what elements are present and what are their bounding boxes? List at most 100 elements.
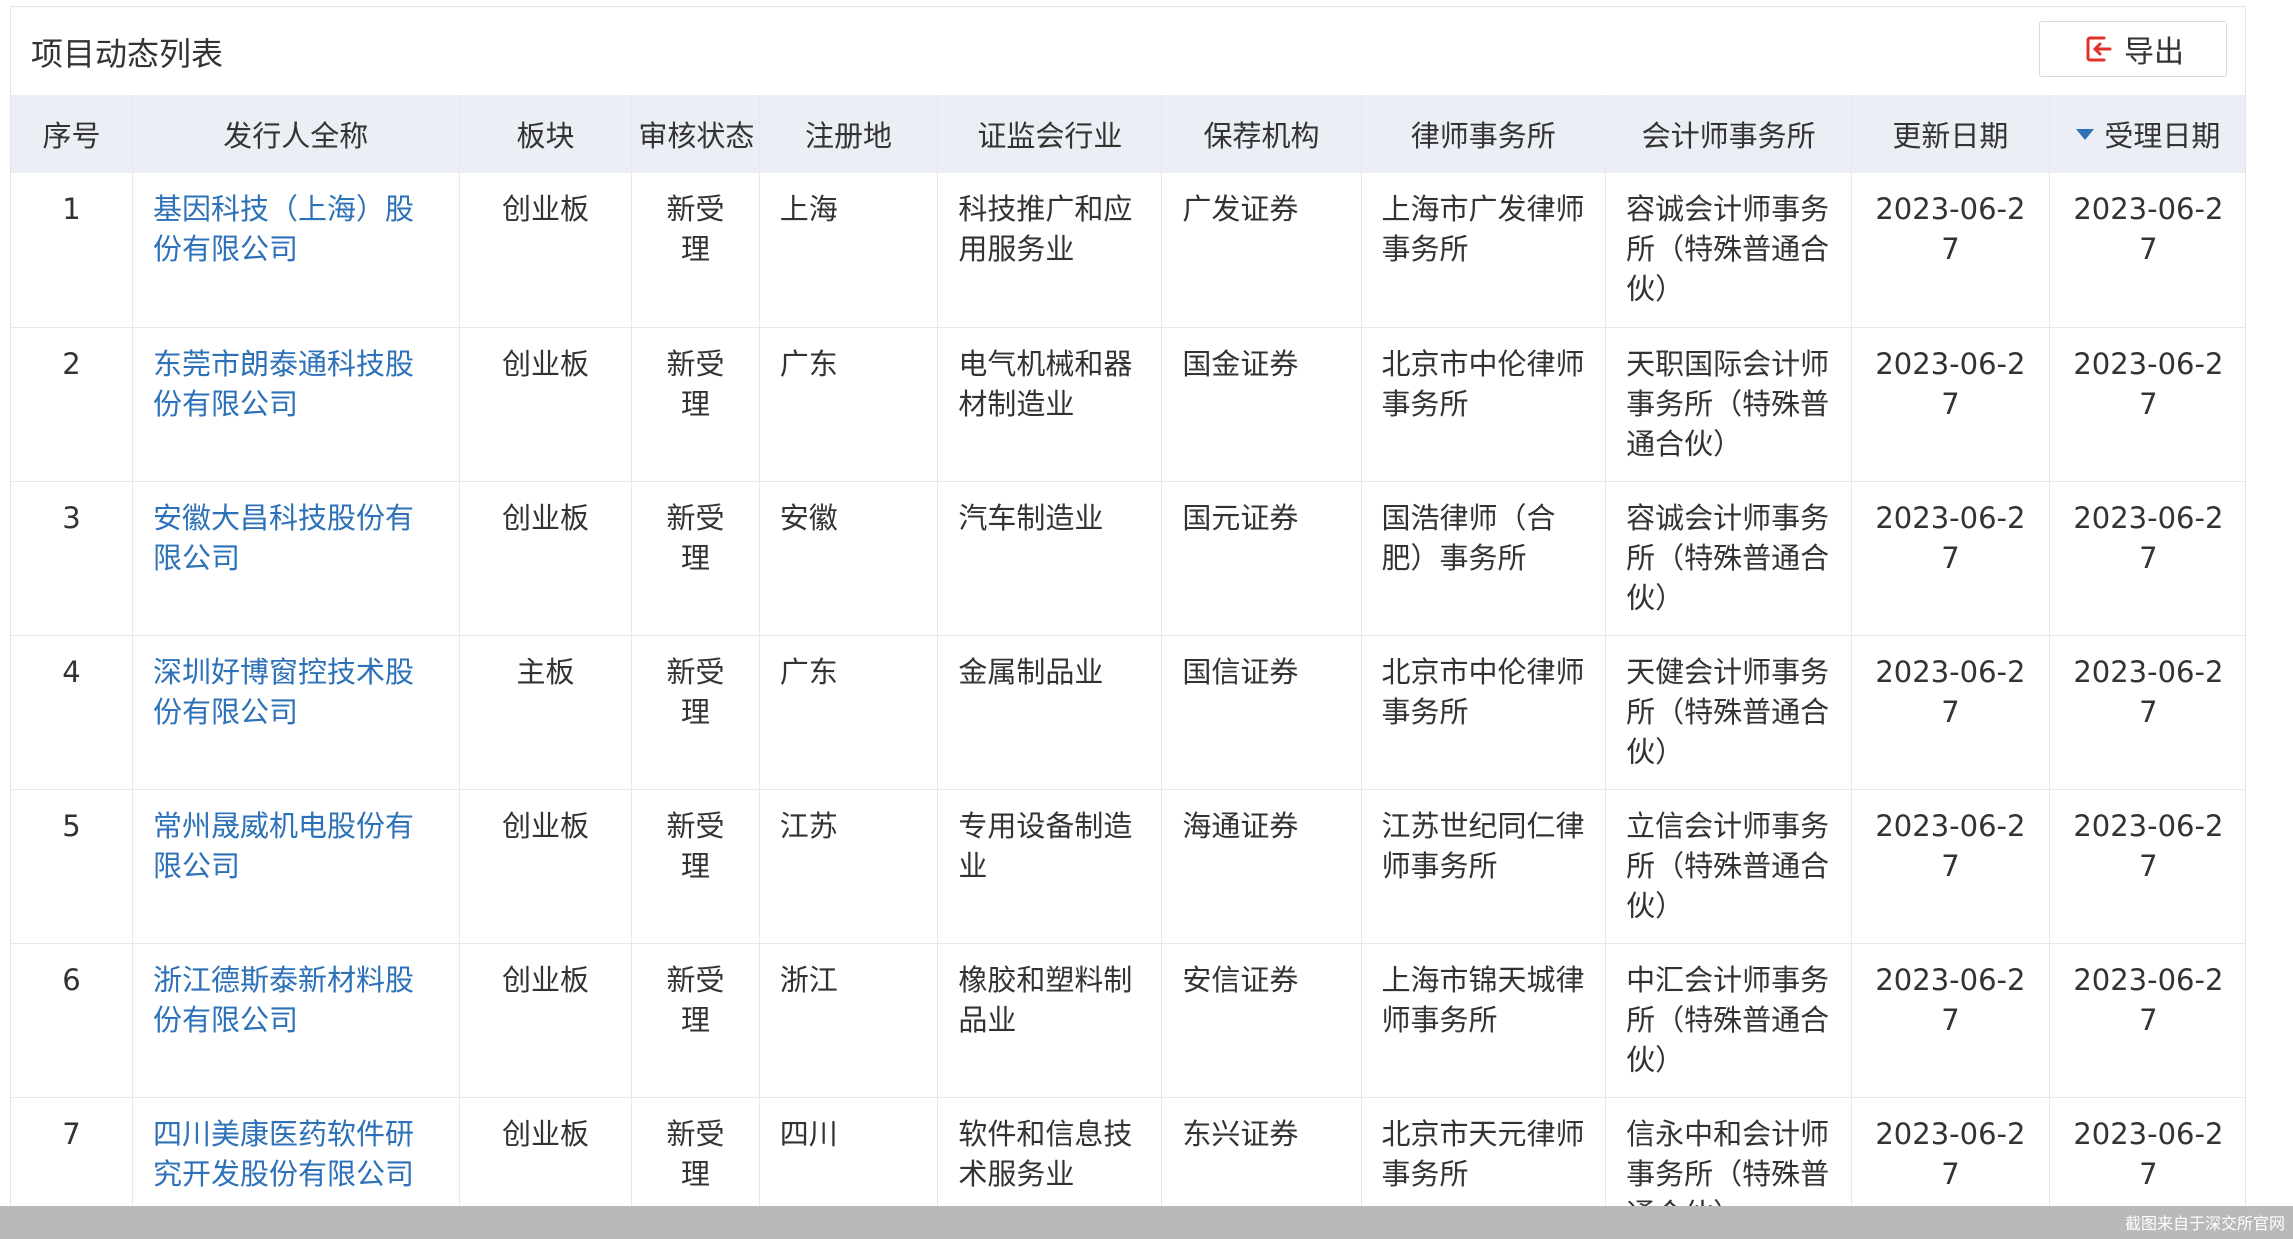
issuer-link[interactable]: 深圳好博窗控技术股份有限公司	[153, 655, 414, 729]
column-header-law-firm: 律师事务所	[1360, 95, 1606, 173]
export-icon	[2082, 33, 2114, 65]
cell-accounting-firm: 天健会计师事务所（特殊普通合伙）	[1605, 635, 1852, 790]
cell-industry: 金属制品业	[937, 635, 1162, 790]
cell-industry: 电气机械和器材制造业	[937, 327, 1162, 482]
cell-no: 4	[11, 635, 133, 790]
cell-industry: 橡胶和塑料制品业	[937, 943, 1162, 1098]
cell-law-firm: 上海市广发律师事务所	[1360, 173, 1606, 328]
cell-status: 新受理	[631, 943, 760, 1098]
cell-sponsor: 国金证券	[1161, 327, 1362, 482]
cell-board: 创业板	[458, 173, 632, 328]
column-header-board: 板块	[458, 95, 632, 173]
issuer-link[interactable]: 浙江德斯泰新材料股份有限公司	[153, 963, 414, 1037]
cell-accepted: 2023-06-27	[2048, 789, 2245, 944]
table-row: 4 深圳好博窗控技术股份有限公司 主板 新受理 广东 金属制品业 国信证券 北京…	[11, 635, 2245, 790]
table-header-row: 序号 发行人全称 板块 审核状态 注册地 证监会行业 保荐机构 律师事务所 会计…	[11, 95, 2245, 173]
issuer-link[interactable]: 东莞市朗泰通科技股份有限公司	[153, 347, 414, 421]
issuer-link[interactable]: 常州晟威机电股份有限公司	[153, 809, 414, 883]
source-note: 截图来自于深交所官网	[2124, 1214, 2285, 1233]
panel-title: 项目动态列表	[31, 35, 224, 73]
cell-status: 新受理	[631, 789, 760, 944]
cell-sponsor: 广发证券	[1161, 173, 1362, 328]
cell-no: 2	[11, 327, 133, 482]
cell-board: 创业板	[458, 481, 632, 636]
cell-board: 创业板	[458, 327, 632, 482]
table-row: 3 安徽大昌科技股份有限公司 创业板 新受理 安徽 汽车制造业 国元证券 国浩律…	[11, 481, 2245, 636]
watermark-bar: 截图来自于深交所官网	[0, 1206, 2293, 1239]
cell-accounting-firm: 天职国际会计师事务所（特殊普通合伙）	[1605, 327, 1852, 482]
column-header-updated[interactable]: 更新日期	[1851, 95, 2050, 173]
cell-accounting-firm: 立信会计师事务所（特殊普通合伙）	[1605, 789, 1852, 944]
cell-sponsor: 国元证券	[1161, 481, 1362, 636]
cell-region: 广东	[758, 635, 938, 790]
sort-descending-icon	[2076, 128, 2095, 140]
cell-accepted: 2023-06-27	[2048, 481, 2245, 636]
cell-region: 江苏	[758, 789, 938, 944]
cell-accounting-firm: 容诚会计师事务所（特殊普通合伙）	[1605, 173, 1852, 328]
issuer-link[interactable]: 安徽大昌科技股份有限公司	[153, 501, 414, 575]
project-list-panel: 项目动态列表 导出 序号 发行人全称 板块 审核状态 注册地 证监会行业 保荐机…	[10, 6, 2246, 1239]
cell-status: 新受理	[631, 481, 760, 636]
cell-sponsor: 国信证券	[1161, 635, 1362, 790]
cell-status: 新受理	[631, 635, 760, 790]
cell-region: 广东	[758, 327, 938, 482]
cell-accepted: 2023-06-27	[2048, 635, 2245, 790]
column-header-issuer: 发行人全称	[132, 95, 460, 173]
project-table: 序号 发行人全称 板块 审核状态 注册地 证监会行业 保荐机构 律师事务所 会计…	[11, 95, 2245, 1238]
cell-region: 安徽	[758, 481, 938, 636]
cell-board: 创业板	[458, 789, 632, 944]
cell-issuer: 基因科技（上海）股份有限公司	[132, 173, 460, 328]
cell-law-firm: 北京市中伦律师事务所	[1360, 327, 1606, 482]
cell-updated: 2023-06-27	[1851, 481, 2050, 636]
table-row: 2 东莞市朗泰通科技股份有限公司 创业板 新受理 广东 电气机械和器材制造业 国…	[11, 327, 2245, 482]
column-header-industry: 证监会行业	[937, 95, 1162, 173]
cell-updated: 2023-06-27	[1851, 943, 2050, 1098]
cell-law-firm: 国浩律师（合肥）事务所	[1360, 481, 1606, 636]
cell-region: 浙江	[758, 943, 938, 1098]
cell-industry: 专用设备制造业	[937, 789, 1162, 944]
cell-no: 1	[11, 173, 133, 328]
column-header-accounting-firm: 会计师事务所	[1605, 95, 1852, 173]
table-row: 5 常州晟威机电股份有限公司 创业板 新受理 江苏 专用设备制造业 海通证券 江…	[11, 789, 2245, 944]
export-button[interactable]: 导出	[2039, 21, 2227, 77]
issuer-link[interactable]: 基因科技（上海）股份有限公司	[153, 192, 414, 266]
cell-issuer: 东莞市朗泰通科技股份有限公司	[132, 327, 460, 482]
cell-updated: 2023-06-27	[1851, 789, 2050, 944]
cell-no: 3	[11, 481, 133, 636]
column-header-sponsor: 保荐机构	[1161, 95, 1362, 173]
table-row: 1 基因科技（上海）股份有限公司 创业板 新受理 上海 科技推广和应用服务业 广…	[11, 173, 2245, 328]
cell-issuer: 深圳好博窗控技术股份有限公司	[132, 635, 460, 790]
cell-updated: 2023-06-27	[1851, 635, 2050, 790]
cell-industry: 科技推广和应用服务业	[937, 173, 1162, 328]
cell-accepted: 2023-06-27	[2048, 173, 2245, 328]
cell-law-firm: 北京市中伦律师事务所	[1360, 635, 1606, 790]
cell-accepted: 2023-06-27	[2048, 943, 2245, 1098]
cell-issuer: 浙江德斯泰新材料股份有限公司	[132, 943, 460, 1098]
cell-accounting-firm: 容诚会计师事务所（特殊普通合伙）	[1605, 481, 1852, 636]
cell-sponsor: 海通证券	[1161, 789, 1362, 944]
panel-header: 项目动态列表 导出	[11, 7, 2245, 95]
cell-no: 5	[11, 789, 133, 944]
export-button-label: 导出	[2124, 35, 2184, 70]
issuer-link[interactable]: 四川美康医药软件研究开发股份有限公司	[153, 1117, 414, 1191]
cell-no: 6	[11, 943, 133, 1098]
cell-updated: 2023-06-27	[1851, 327, 2050, 482]
column-header-status: 审核状态	[631, 95, 760, 173]
table-row: 6 浙江德斯泰新材料股份有限公司 创业板 新受理 浙江 橡胶和塑料制品业 安信证…	[11, 943, 2245, 1098]
column-header-region: 注册地	[758, 95, 938, 173]
column-header-no: 序号	[42, 119, 101, 153]
cell-accounting-firm: 中汇会计师事务所（特殊普通合伙）	[1605, 943, 1852, 1098]
cell-law-firm: 江苏世纪同仁律师事务所	[1360, 789, 1606, 944]
cell-updated: 2023-06-27	[1851, 173, 2050, 328]
cell-accepted: 2023-06-27	[2048, 327, 2245, 482]
cell-board: 主板	[458, 635, 632, 790]
column-header-accepted[interactable]: 受理日期	[2048, 95, 2245, 173]
cell-industry: 汽车制造业	[937, 481, 1162, 636]
cell-law-firm: 上海市锦天城律师事务所	[1360, 943, 1606, 1098]
cell-issuer: 安徽大昌科技股份有限公司	[132, 481, 460, 636]
cell-sponsor: 安信证券	[1161, 943, 1362, 1098]
column-header-accepted-label: 受理日期	[2104, 119, 2221, 154]
cell-status: 新受理	[631, 173, 760, 328]
cell-status: 新受理	[631, 327, 760, 482]
cell-board: 创业板	[458, 943, 632, 1098]
